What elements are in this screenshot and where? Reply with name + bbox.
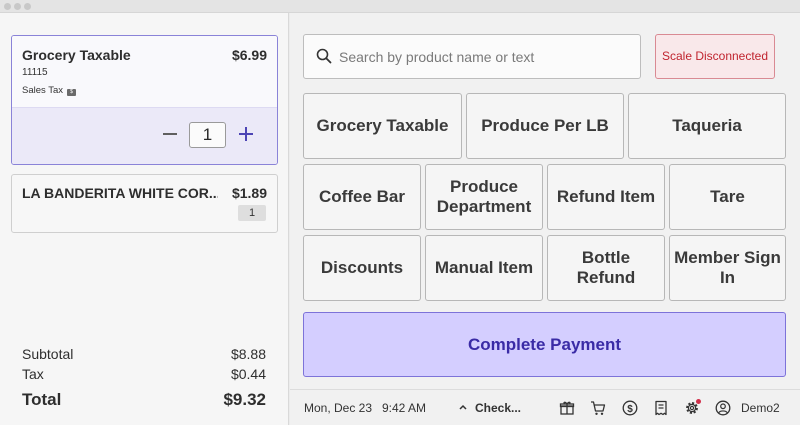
- register-panel: Search by product name or text Scale Dis…: [290, 13, 800, 425]
- tax-label: Tax: [22, 366, 44, 382]
- decrease-quantity-button[interactable]: [160, 124, 180, 144]
- user-name[interactable]: Demo2: [741, 401, 780, 415]
- cart-icon[interactable]: [590, 400, 606, 416]
- tile-taqueria[interactable]: Taqueria: [628, 93, 786, 159]
- cart-item-tax: Sales Tax $: [22, 85, 77, 96]
- subtotal-label: Subtotal: [22, 346, 74, 362]
- tile-bottle-refund[interactable]: Bottle Refund: [547, 235, 665, 301]
- scale-status-badge[interactable]: Scale Disconnected: [655, 34, 775, 79]
- cart-item-sku: 11115: [22, 67, 48, 78]
- cart-item-name: LA BANDERITA WHITE COR...: [22, 185, 218, 201]
- chevron-up-icon[interactable]: [456, 402, 470, 414]
- quantity-input[interactable]: 1: [189, 122, 226, 148]
- tile-refund-item[interactable]: Refund Item: [547, 164, 665, 230]
- cart-item-selected[interactable]: Grocery Taxable $6.99 11115 Sales Tax $ 1: [11, 35, 278, 165]
- cart-item-details: Grocery Taxable $6.99 11115 Sales Tax $: [12, 36, 277, 107]
- tile-discounts[interactable]: Discounts: [303, 235, 421, 301]
- cart-item-price: $6.99: [231, 47, 267, 63]
- tile-tare[interactable]: Tare: [669, 164, 786, 230]
- increase-quantity-button[interactable]: [236, 124, 256, 144]
- window-titlebar: [0, 0, 800, 13]
- dollar-icon[interactable]: $: [622, 400, 638, 416]
- tile-member-sign-in[interactable]: Member Sign In: [669, 235, 786, 301]
- notification-dot: [696, 399, 701, 404]
- date-label: Mon, Dec 23: [304, 401, 373, 415]
- cart-panel: Grocery Taxable $6.99 11115 Sales Tax $ 1…: [0, 13, 289, 425]
- total-label: Total: [22, 390, 62, 409]
- window-zoom-dot[interactable]: [24, 3, 31, 10]
- complete-payment-button[interactable]: Complete Payment: [303, 312, 786, 377]
- search-icon: [316, 48, 332, 64]
- tile-manual-item[interactable]: Manual Item: [425, 235, 543, 301]
- user-icon[interactable]: [715, 400, 731, 416]
- receipt-icon[interactable]: [653, 400, 669, 416]
- check-status-label[interactable]: Check...: [475, 401, 521, 415]
- tile-grocery-taxable[interactable]: Grocery Taxable: [303, 93, 462, 159]
- settings-button[interactable]: [684, 399, 701, 416]
- cart-item-name: Grocery Taxable: [22, 47, 131, 63]
- subtotal-value: $8.88: [230, 346, 266, 362]
- total-row: Total $9.32: [22, 390, 266, 410]
- search-input[interactable]: Search by product name or text: [303, 34, 641, 79]
- search-placeholder: Search by product name or text: [339, 49, 535, 65]
- tax-value: $0.44: [230, 366, 266, 382]
- window-close-dot[interactable]: [4, 3, 11, 10]
- cart-item[interactable]: LA BANDERITA WHITE COR... $1.89 1: [11, 174, 278, 233]
- tile-produce-department[interactable]: Produce Department: [425, 164, 543, 230]
- status-bar: Mon, Dec 23 9:42 AM Check... $ Demo2: [290, 389, 800, 425]
- cart-item-price: $1.89: [231, 185, 267, 201]
- tax-row: Tax $0.44: [22, 366, 266, 386]
- svg-text:$: $: [627, 404, 633, 415]
- time-label: 9:42 AM: [382, 401, 427, 415]
- cart-item-quantity: 1: [238, 205, 266, 221]
- tile-produce-per-lb[interactable]: Produce Per LB: [466, 93, 624, 159]
- gift-icon[interactable]: [559, 400, 575, 416]
- window-minimize-dot[interactable]: [14, 3, 21, 10]
- tax-label: Sales Tax: [22, 85, 64, 96]
- tile-coffee-bar[interactable]: Coffee Bar: [303, 164, 421, 230]
- total-value: $9.32: [223, 390, 266, 409]
- tax-badge-icon: $: [67, 89, 77, 96]
- subtotal-row: Subtotal $8.88: [22, 346, 266, 366]
